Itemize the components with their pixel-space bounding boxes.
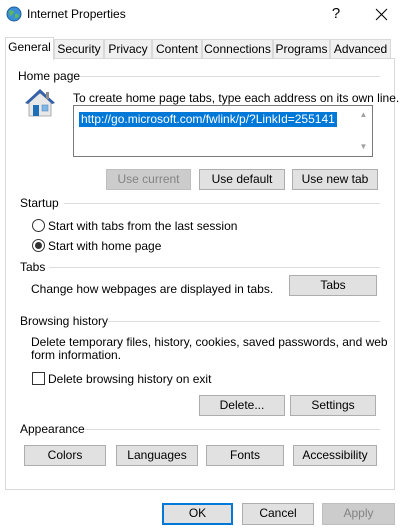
radio-selected-dot [35, 242, 42, 249]
home-page-address-field[interactable]: http://go.microsoft.com/fwlink/p/?LinkId… [73, 105, 373, 157]
tabs-description: Change how webpages are displayed in tab… [31, 282, 274, 296]
help-button[interactable]: ? [318, 0, 354, 30]
startup-last-session-label[interactable]: Start with tabs from the last session [48, 219, 237, 233]
tab-security[interactable]: Security [54, 39, 104, 59]
delete-on-exit-label[interactable]: Delete browsing history on exit [48, 372, 211, 386]
tab-advanced[interactable]: Advanced [330, 39, 391, 59]
use-new-tab-button[interactable]: Use new tab [292, 169, 378, 190]
title-bar[interactable]: Internet Properties ? [0, 0, 401, 30]
close-icon [375, 8, 388, 21]
startup-divider [64, 203, 380, 204]
startup-home-page-label[interactable]: Start with home page [48, 239, 161, 253]
home-page-group-label: Home page [18, 69, 81, 83]
general-tab-panel: Home page To create home page tabs, type… [5, 58, 399, 490]
colors-button[interactable]: Colors [24, 445, 106, 466]
tab-programs[interactable]: Programs [273, 39, 330, 59]
home-page-instruction: To create home page tabs, type each addr… [73, 91, 400, 105]
browsing-history-group-label: Browsing history [20, 314, 109, 328]
settings-button[interactable]: Settings [290, 395, 376, 416]
ok-button[interactable]: OK [162, 503, 233, 525]
home-page-divider [78, 76, 380, 77]
home-page-address-value: http://go.microsoft.com/fwlink/p/?LinkId… [79, 112, 337, 127]
home-icon [25, 89, 55, 117]
fonts-button[interactable]: Fonts [206, 445, 284, 466]
tab-strip: General Security Privacy Content Connect… [5, 37, 395, 60]
cancel-button[interactable]: Cancel [242, 503, 314, 525]
tab-connections[interactable]: Connections [202, 39, 273, 59]
scroll-down-arrow-icon[interactable]: ▼ [356, 139, 371, 155]
browsing-history-divider [104, 321, 380, 322]
apply-button[interactable]: Apply [322, 503, 395, 525]
startup-last-session-radio[interactable] [32, 219, 45, 232]
window-title: Internet Properties [27, 7, 126, 21]
close-button[interactable] [362, 0, 401, 30]
browsing-history-description-line2: form information. [31, 348, 122, 362]
internet-globe-icon [6, 6, 22, 22]
startup-group-label: Startup [20, 196, 59, 210]
tabs-group-label: Tabs [20, 260, 46, 274]
scroll-up-arrow-icon[interactable]: ▲ [356, 107, 371, 123]
appearance-divider [83, 429, 380, 430]
browsing-history-description-line1: Delete temporary files, history, cookies… [31, 335, 388, 349]
tabs-button[interactable]: Tabs [289, 275, 377, 296]
use-current-button[interactable]: Use current [106, 169, 191, 190]
use-default-button[interactable]: Use default [199, 169, 285, 190]
tab-content[interactable]: Content [152, 39, 202, 59]
appearance-group-label: Appearance [20, 422, 85, 436]
accessibility-button[interactable]: Accessibility [293, 445, 377, 466]
internet-properties-dialog: Internet Properties ? General Security P… [0, 0, 401, 531]
languages-button[interactable]: Languages [116, 445, 198, 466]
tab-privacy[interactable]: Privacy [104, 39, 152, 59]
tab-general[interactable]: General [5, 37, 54, 60]
tabs-divider [49, 267, 380, 268]
delete-on-exit-checkbox[interactable] [32, 372, 45, 385]
startup-home-page-radio[interactable] [32, 239, 45, 252]
delete-button[interactable]: Delete... [199, 395, 285, 416]
